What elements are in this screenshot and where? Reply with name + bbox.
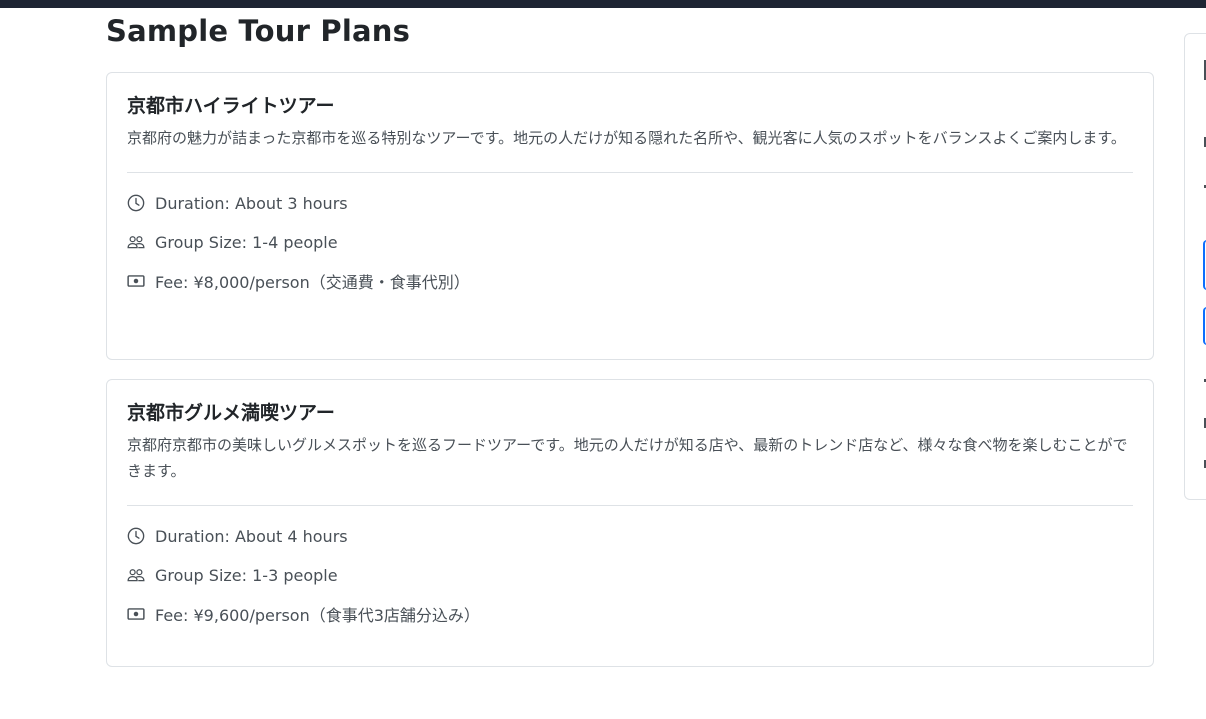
tour-card: 京都市ハイライトツアー 京都府の魅力が詰まった京都市を巡る特別なツアーです。地元… — [106, 72, 1154, 360]
tour-title: 京都市ハイライトツアー — [127, 95, 335, 117]
tour-title: 京都市グルメ満喫ツアー — [127, 402, 335, 424]
cash-icon — [127, 272, 145, 290]
tour-description: 京都府京都市の美味しいグルメスポットを巡るフードツアーです。地元の人だけが知る店… — [127, 436, 1128, 480]
card-divider — [127, 505, 1133, 506]
cash-icon — [127, 605, 145, 623]
tour-duration: Duration: About 4 hours — [127, 526, 1133, 546]
clock-icon — [127, 527, 145, 545]
tour-group-size: Group Size: 1-4 people — [127, 232, 1133, 252]
people-icon — [127, 233, 145, 251]
duration-text: Duration: About 3 hours — [155, 193, 348, 213]
group-size-text: Group Size: 1-3 people — [155, 565, 338, 585]
tour-card: 京都市グルメ満喫ツアー 京都府京都市の美味しいグルメスポットを巡るフードツアーで… — [106, 379, 1154, 667]
fee-text: Fee: ¥9,600/person（食事代3店舗分込み） — [155, 606, 480, 625]
card-divider — [127, 172, 1133, 173]
top-nav-bar-edge — [0, 0, 1206, 8]
duration-text: Duration: About 4 hours — [155, 526, 348, 546]
tour-fee: Fee: ¥8,000/person（交通費・食事代別） — [127, 271, 1133, 292]
group-size-text: Group Size: 1-4 people — [155, 232, 338, 252]
tour-duration: Duration: About 3 hours — [127, 193, 1133, 213]
clock-icon — [127, 194, 145, 212]
section-title: Sample Tour Plans — [106, 14, 411, 48]
fee-text: Fee: ¥8,000/person（交通費・食事代別） — [155, 273, 470, 292]
tour-description: 京都府の魅力が詰まった京都市を巡る特別なツアーです。地元の人だけが知る隠れた名所… — [127, 129, 1126, 147]
tour-fee: Fee: ¥9,600/person（食事代3店舗分込み） — [127, 604, 1133, 625]
side-booking-panel — [1184, 33, 1206, 500]
people-icon — [127, 566, 145, 584]
tour-group-size: Group Size: 1-3 people — [127, 565, 1133, 585]
